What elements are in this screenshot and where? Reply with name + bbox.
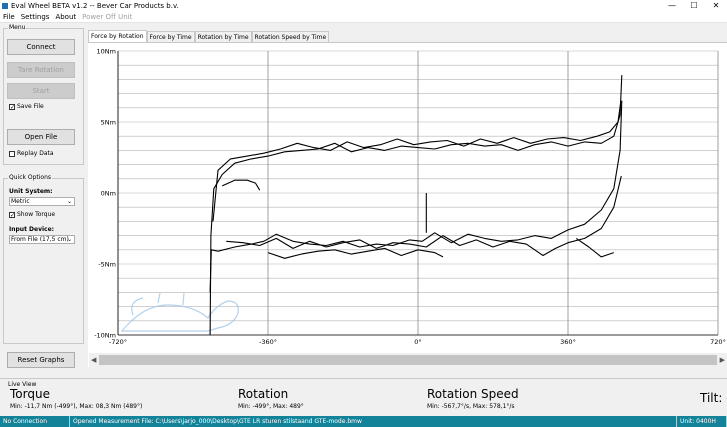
mouse-watermark-icon [120, 292, 239, 332]
replay-data-check[interactable] [9, 150, 15, 157]
graph-tabs: Force by Rotation Force by Time Rotation… [88, 30, 330, 42]
tare-rotation-button: Tare Rotation [7, 62, 75, 78]
torque-series-4 [209, 100, 623, 293]
y-tick-label: 5Nm [101, 119, 116, 127]
reset-graphs-button[interactable]: Reset Graphs [7, 352, 75, 368]
quick-options-label: Quick Options [8, 174, 53, 181]
menu-group-label: Menu [8, 24, 27, 31]
sidebar: Menu Connect Tare Rotation Start ✓ Save … [0, 23, 88, 373]
mouse-watermark-body [120, 300, 239, 332]
scroll-thumb[interactable] [99, 355, 717, 365]
save-file-checkbox[interactable]: ✓ Save File [9, 103, 44, 110]
replay-data-label: Replay Data [17, 150, 54, 157]
minimize-button[interactable]: — [661, 0, 683, 12]
menu-settings[interactable]: Settings [18, 13, 53, 21]
x-tick-label: 360° [560, 338, 576, 346]
scroll-right-icon[interactable]: ▶ [720, 356, 725, 364]
x-tick-label: -720° [109, 338, 127, 346]
chart-scrollbar[interactable]: ◀ ▶ [89, 353, 727, 367]
tab-rotation-by-time[interactable]: Rotation by Time [194, 31, 252, 42]
open-file-button[interactable]: Open File [7, 129, 75, 145]
connection-status: No Connection [0, 416, 70, 427]
y-tick-label: -5Nm [98, 261, 116, 269]
live-view-panel: Live View Torque Min: -11,7 Nm (-499°), … [0, 378, 727, 414]
show-torque-check[interactable]: ✓ [9, 211, 15, 218]
save-file-check[interactable]: ✓ [9, 103, 15, 110]
unit-system-value: Metric [11, 198, 30, 205]
menu-about[interactable]: About [52, 13, 79, 21]
tab-rotation-speed-by-time[interactable]: Rotation Speed by Time [251, 31, 330, 42]
torque-label: Torque [10, 387, 50, 401]
unit-system-select[interactable]: Metric ⌄ [9, 197, 75, 206]
torque-series-2 [212, 100, 622, 222]
scroll-left-icon[interactable]: ◀ [91, 356, 96, 364]
y-tick-label: 10Nm [97, 48, 116, 56]
torque-series-6 [575, 237, 614, 258]
menu-bar: File Settings About Power Off Unit [0, 12, 727, 23]
chevron-down-icon: ⌄ [66, 198, 72, 205]
start-button: Start [7, 83, 75, 99]
torque-stats: Min: -11,7 Nm (-499°), Max: 08,3 Nm (489… [10, 403, 143, 410]
input-device-label: Input Device: [9, 226, 55, 233]
y-tick-label: 0Nm [101, 190, 116, 198]
torque-series-1 [209, 75, 623, 336]
menu-power-off: Power Off Unit [82, 13, 133, 21]
file-status: Opened Measurement File: C:\Users\jarjo_… [70, 416, 677, 427]
torque-series-5 [226, 175, 622, 257]
app-icon [2, 3, 8, 9]
rotation-speed-stats: Min: -567,7°/s, Max: 578,1°/s [427, 403, 515, 410]
tab-force-by-rotation[interactable]: Force by Rotation [88, 30, 147, 42]
unit-system-label: Unit System: [9, 188, 53, 195]
chevron-down-icon: ⌄ [66, 236, 72, 243]
replay-data-checkbox[interactable]: Replay Data [9, 150, 54, 157]
save-file-label: Save File [17, 103, 44, 110]
x-tick-label: -360° [259, 338, 277, 346]
torque-series-3 [221, 179, 261, 191]
input-device-value: From File (17,5 cm) [11, 236, 69, 243]
tab-force-by-time[interactable]: Force by Time [146, 31, 195, 42]
title-bar: Eval Wheel BETA v1.2 -- Bever Car Produc… [0, 0, 727, 12]
maximize-button[interactable]: ☐ [683, 0, 705, 12]
status-bar: No Connection Opened Measurement File: C… [0, 416, 727, 427]
x-tick-label: 720° [710, 338, 726, 346]
chart-panel: 10Nm 5Nm 0Nm -5Nm -10Nm -720° -360° 0° 360° 720° [88, 42, 727, 367]
rotation-speed-label: Rotation Speed [427, 387, 519, 401]
show-torque-label: Show Torque [17, 211, 56, 218]
close-button[interactable]: ✕ [705, 0, 727, 12]
x-tick-label: 0° [414, 338, 421, 346]
rotation-label: Rotation [238, 387, 289, 401]
unit-status: Unit: 0400H [677, 416, 727, 427]
input-device-select[interactable]: From File (17,5 cm) ⌄ [9, 235, 75, 244]
force-by-rotation-chart: 10Nm5Nm0Nm-5Nm-10Nm-720° -360° 0° 360° 720° [94, 48, 726, 347]
mouse-watermark-detail [131, 292, 185, 316]
show-torque-checkbox[interactable]: ✓ Show Torque [9, 211, 55, 218]
menu-file[interactable]: File [0, 13, 18, 21]
rotation-stats: Min: -499°, Max: 489° [238, 403, 304, 410]
connect-button[interactable]: Connect [7, 39, 75, 55]
window-controls: — ☐ ✕ [661, 0, 727, 12]
window-title: Eval Wheel BETA v1.2 -- Bever Car Produc… [11, 2, 179, 10]
tilt-label: Tilt: - [700, 391, 727, 405]
